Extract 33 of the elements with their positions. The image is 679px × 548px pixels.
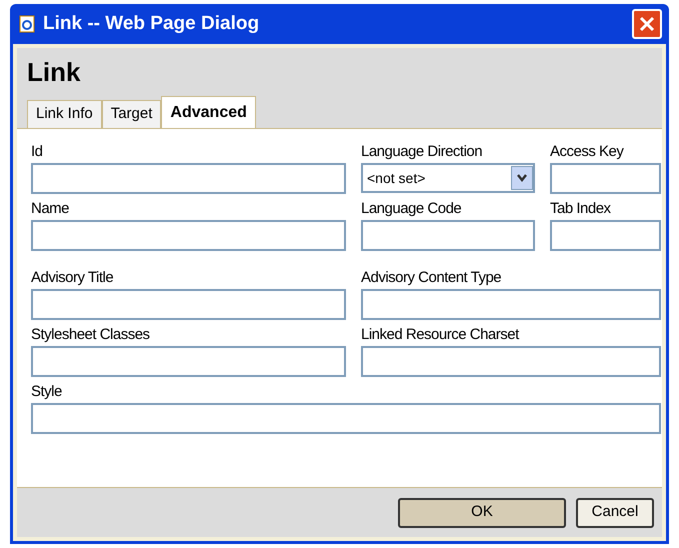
tab[interactable]: Link Info [27, 100, 102, 128]
field-label: Advisory Content Type [361, 268, 502, 288]
input-field[interactable] [361, 220, 535, 251]
input-field[interactable] [361, 346, 661, 377]
input-field[interactable] [31, 289, 346, 320]
input-field[interactable] [550, 163, 661, 194]
input-field[interactable] [31, 163, 346, 194]
input-field[interactable] [31, 346, 346, 377]
cancel-button[interactable]: Cancel [576, 498, 654, 528]
input-field[interactable] [550, 220, 661, 251]
close-button[interactable] [632, 9, 662, 39]
input-field[interactable] [31, 403, 661, 434]
field-label: Linked Resource Charset [361, 325, 520, 345]
field-label: Language Direction [361, 142, 484, 162]
field-label: Id [31, 142, 44, 162]
input-field[interactable] [361, 289, 661, 320]
window-title: Link -- Web Page Dialog [43, 12, 260, 36]
tab[interactable]: Target [102, 100, 162, 128]
chevron-down-icon [516, 173, 528, 183]
field-label: Stylesheet Classes [31, 325, 151, 345]
field-label: Language Code [361, 199, 462, 219]
page-icon [17, 14, 37, 34]
dropdown[interactable]: <not set> [361, 163, 535, 193]
field-label: Tab Index [550, 199, 612, 219]
field-label: Advisory Title [31, 268, 114, 288]
dialog-heading: Link [27, 56, 82, 89]
ok-button[interactable]: OK [398, 498, 566, 528]
field-label: Name [31, 199, 70, 219]
field-label: Style [31, 382, 63, 402]
input-field[interactable] [31, 220, 346, 251]
tab[interactable]: Advanced [161, 96, 256, 128]
field-label: Access Key [550, 142, 625, 162]
close-icon [639, 16, 655, 32]
